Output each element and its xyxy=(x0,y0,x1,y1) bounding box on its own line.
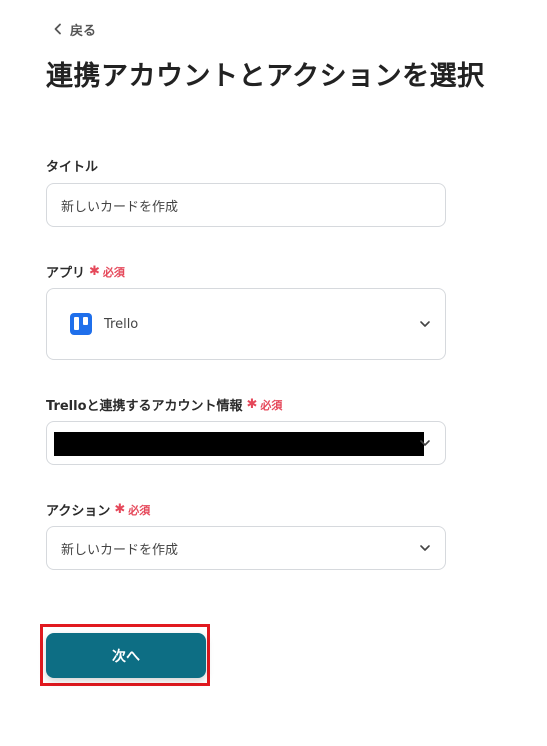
required-badge: ✱ 必須 xyxy=(114,502,150,518)
app-label-text: アプリ xyxy=(46,266,86,281)
account-select[interactable] xyxy=(46,421,446,465)
page-title: 連携アカウントとアクションを選択 xyxy=(46,61,485,92)
action-select-value: 新しいカードを作成 xyxy=(61,542,179,558)
back-label: 戻る xyxy=(70,23,97,39)
account-label-text: Trelloと連携するアカウント情報 xyxy=(46,399,243,414)
required-text: 必須 xyxy=(128,503,151,517)
action-label-text: アクション xyxy=(46,504,111,519)
chevron-down-icon xyxy=(420,321,430,327)
action-select[interactable]: 新しいカードを作成 xyxy=(46,526,446,570)
asterisk-icon: ✱ xyxy=(114,502,126,517)
asterisk-icon: ✱ xyxy=(89,264,100,279)
app-field-label: アプリ ✱ 必須 xyxy=(46,262,125,281)
app-select[interactable]: Trello xyxy=(46,288,446,360)
required-badge: ✱ 必須 xyxy=(89,264,125,280)
title-input[interactable]: 新しいカードを作成 xyxy=(46,183,446,227)
app-select-value: Trello xyxy=(104,316,139,332)
action-field-label: アクション ✱ 必須 xyxy=(46,500,150,519)
chevron-down-icon xyxy=(420,440,430,446)
next-button[interactable]: 次へ xyxy=(46,633,206,678)
account-field-label: Trelloと連携するアカウント情報 ✱ 必須 xyxy=(46,395,282,414)
trello-logo-icon xyxy=(70,313,92,335)
asterisk-icon: ✱ xyxy=(246,397,258,412)
chevron-down-icon xyxy=(420,545,430,551)
required-text: 必須 xyxy=(260,398,283,412)
title-field-label: タイトル xyxy=(46,156,98,175)
title-label-text: タイトル xyxy=(46,160,99,175)
required-badge: ✱ 必須 xyxy=(247,397,283,413)
required-text: 必須 xyxy=(102,265,125,279)
title-input-value: 新しいカードを作成 xyxy=(61,199,179,215)
chevron-left-icon xyxy=(54,23,61,35)
redacted-account-value xyxy=(54,432,424,456)
next-button-label: 次へ xyxy=(112,648,140,665)
back-link[interactable]: 戻る xyxy=(52,19,96,39)
